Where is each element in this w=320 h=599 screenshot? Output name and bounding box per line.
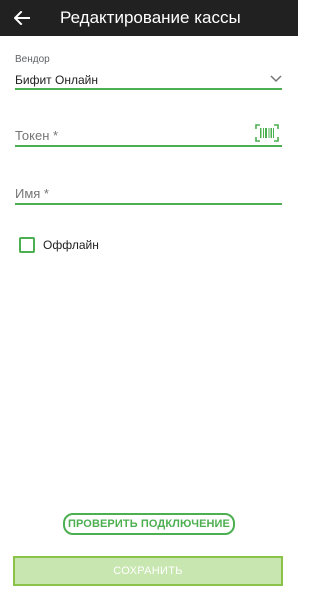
- vendor-underline: [15, 88, 282, 90]
- token-placeholder: Токен *: [15, 128, 59, 143]
- name-underline: [15, 203, 282, 205]
- offline-label: Оффлайн: [43, 238, 99, 252]
- scan-barcode-button[interactable]: [254, 122, 280, 144]
- arrow-left-icon: [14, 11, 30, 25]
- vendor-select[interactable]: Вендор Бифит Онлайн: [15, 52, 282, 90]
- test-connection-button[interactable]: ПРОВЕРИТЬ ПОДКЛЮЧЕНИЕ: [63, 513, 235, 535]
- back-button[interactable]: [8, 4, 36, 32]
- vendor-value: Бифит Онлайн: [15, 73, 98, 87]
- barcode-scan-icon: [255, 124, 279, 142]
- vendor-label: Вендор: [15, 54, 50, 65]
- name-placeholder: Имя *: [15, 186, 49, 201]
- name-field[interactable]: Имя *: [15, 180, 282, 207]
- token-underline: [15, 145, 282, 147]
- offline-checkbox[interactable]: [19, 237, 35, 253]
- vendor-dropdown-button[interactable]: [269, 72, 283, 86]
- token-field[interactable]: Токен *: [15, 122, 282, 149]
- chevron-down-icon: [270, 75, 282, 83]
- offline-checkbox-row[interactable]: Оффлайн: [19, 237, 99, 253]
- save-button[interactable]: СОХРАНИТЬ: [13, 556, 283, 586]
- page-title: Редактирование кассы: [60, 8, 241, 27]
- app-bar: Редактирование кассы: [0, 0, 298, 36]
